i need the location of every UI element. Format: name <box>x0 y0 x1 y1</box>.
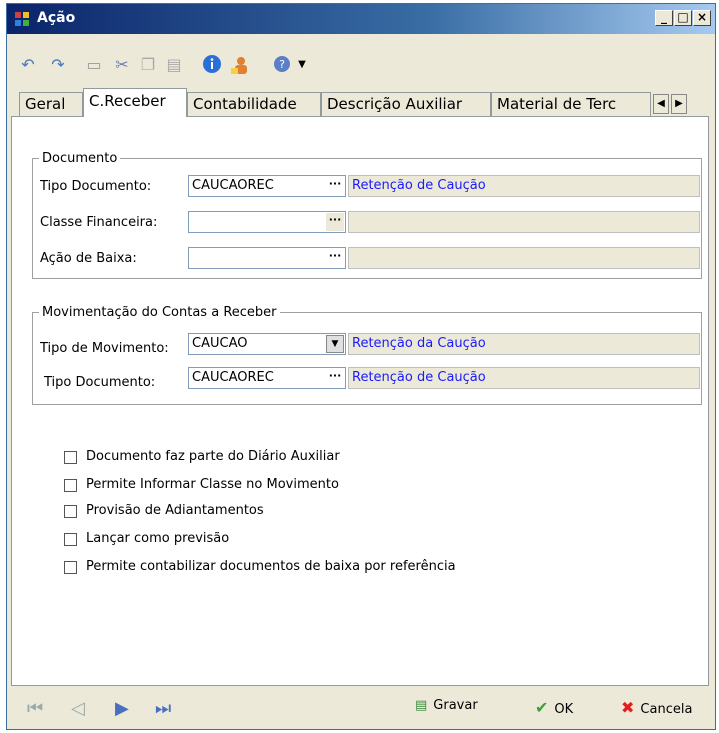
toolbar: ↶ ↷ ▭ ✂ ❐ ▤ ? ▼ <box>7 34 715 86</box>
tipo-documento-mov-value: CAUCAOREC <box>192 370 274 385</box>
save-label: Gravar <box>433 698 478 713</box>
description-text: Retenção de Caução <box>352 178 486 193</box>
tab-label: Geral <box>25 95 66 113</box>
tab-label: Contabilidade <box>193 95 297 113</box>
bottom-bar: ⏮ ◁ ▶ ⏭ ▤ Gravar ✔ OK ✖ Cancela <box>7 692 715 730</box>
classe-financeira-description <box>348 211 700 233</box>
tab-label: C.Receber <box>89 92 166 110</box>
app-icon <box>15 12 29 26</box>
minimize-button[interactable]: _ <box>655 10 673 26</box>
movimentacao-legend: Movimentação do Contas a Receber <box>42 305 277 320</box>
tab-material-de-terceiros[interactable]: Material de Terc <box>491 92 651 116</box>
checkbox-label: Provisão de Adiantamentos <box>86 503 264 518</box>
maximize-button[interactable]: □ <box>674 10 692 26</box>
chevron-down-icon[interactable]: ▼ <box>326 335 344 353</box>
paste-icon[interactable]: ▤ <box>163 54 185 76</box>
acao-baixa-label: Ação de Baixa: <box>40 251 137 266</box>
description-text: Retenção de Caução <box>352 370 486 385</box>
checkbox-box[interactable] <box>64 561 77 574</box>
tab-label: Material de Terc <box>497 95 617 113</box>
tab-scroll-left-icon[interactable]: ◀ <box>653 94 669 114</box>
new-icon[interactable]: ▭ <box>83 54 105 76</box>
first-record-icon[interactable]: ⏮ <box>27 698 43 719</box>
tipo-movimento-description: Retenção da Caução <box>348 333 700 355</box>
classe-financeira-label: Classe Financeira: <box>40 215 158 230</box>
window: Ação _ □ × ↶ ↷ ▭ ✂ ❐ ▤ ? ▼ Geral C.Receb… <box>6 3 716 730</box>
tipo-movimento-label: Tipo de Movimento: <box>40 341 169 356</box>
tab-descricao-auxiliar[interactable]: Descrição Auxiliar <box>321 92 491 116</box>
window-title: Ação <box>37 10 76 26</box>
acao-baixa-description <box>348 247 700 269</box>
description-text: Retenção da Caução <box>352 336 486 351</box>
tipo-documento-description: Retenção de Caução <box>348 175 700 197</box>
tab-strip: Geral C.Receber Contabilidade Descrição … <box>7 86 715 117</box>
checkbox-label: Permite contabilizar documentos de baixa… <box>86 559 456 574</box>
acao-baixa-field[interactable]: ··· <box>188 247 346 269</box>
save-button[interactable]: ▤ Gravar <box>415 698 478 713</box>
tab-panel: Documento Tipo Documento: CAUCAOREC ··· … <box>11 116 709 686</box>
tipo-movimento-select[interactable]: CAUCAO ▼ <box>188 333 346 355</box>
lookup-icon[interactable]: ··· <box>326 249 344 267</box>
checkbox-label: Documento faz parte do Diário Auxiliar <box>86 449 340 464</box>
help-icon[interactable]: ? <box>271 54 293 76</box>
classe-financeira-field[interactable]: ··· <box>188 211 346 233</box>
lookup-icon[interactable]: ··· <box>326 213 344 231</box>
redo-icon[interactable]: ↷ <box>47 54 69 76</box>
tab-geral[interactable]: Geral <box>19 92 83 116</box>
previous-record-icon[interactable]: ◁ <box>71 698 85 719</box>
close-button[interactable]: × <box>693 10 711 26</box>
tipo-documento-value: CAUCAOREC <box>192 178 274 193</box>
last-record-icon[interactable]: ⏭ <box>155 698 171 719</box>
cancel-label: Cancela <box>640 702 693 717</box>
undo-icon[interactable]: ↶ <box>17 54 39 76</box>
next-record-icon[interactable]: ▶ <box>115 698 129 719</box>
tipo-documento-field[interactable]: CAUCAOREC ··· <box>188 175 346 197</box>
info-icon[interactable] <box>201 54 223 76</box>
cancel-button[interactable]: ✖ Cancela <box>621 698 692 717</box>
ok-button[interactable]: ✔ OK <box>535 698 573 717</box>
checkbox-label: Lançar como previsão <box>86 531 230 546</box>
lookup-icon[interactable]: ··· <box>326 177 344 195</box>
documento-legend: Documento <box>42 151 118 166</box>
tipo-documento-mov-description: Retenção de Caução <box>348 367 700 389</box>
copy-icon[interactable]: ❐ <box>137 54 159 76</box>
tipo-documento-mov-label: Tipo Documento: <box>44 375 156 390</box>
checkbox-box[interactable] <box>64 479 77 492</box>
checkmark-icon: ✔ <box>535 698 549 717</box>
tab-contabilidade[interactable]: Contabilidade <box>187 92 321 116</box>
checkbox-box[interactable] <box>64 505 77 518</box>
checkbox-box[interactable] <box>64 451 77 464</box>
tipo-documento-mov-field[interactable]: CAUCAOREC ··· <box>188 367 346 389</box>
tipo-documento-label: Tipo Documento: <box>40 179 152 194</box>
x-icon: ✖ <box>621 698 635 717</box>
help-dropdown-icon[interactable]: ▼ <box>291 54 313 76</box>
tab-label: Descrição Auxiliar <box>327 95 463 113</box>
save-icon: ▤ <box>415 698 428 713</box>
svg-text:?: ? <box>279 58 285 71</box>
ok-label: OK <box>554 702 574 717</box>
tipo-movimento-value: CAUCAO <box>192 336 248 351</box>
title-bar: Ação _ □ × <box>7 4 715 34</box>
lookup-icon[interactable]: ··· <box>326 369 344 387</box>
checkbox-box[interactable] <box>64 533 77 546</box>
checkbox-label: Permite Informar Classe no Movimento <box>86 477 339 492</box>
users-icon[interactable] <box>229 54 251 76</box>
cut-icon[interactable]: ✂ <box>111 54 133 76</box>
tab-c-receber[interactable]: C.Receber <box>83 88 187 117</box>
tab-scroll-right-icon[interactable]: ▶ <box>671 94 687 114</box>
